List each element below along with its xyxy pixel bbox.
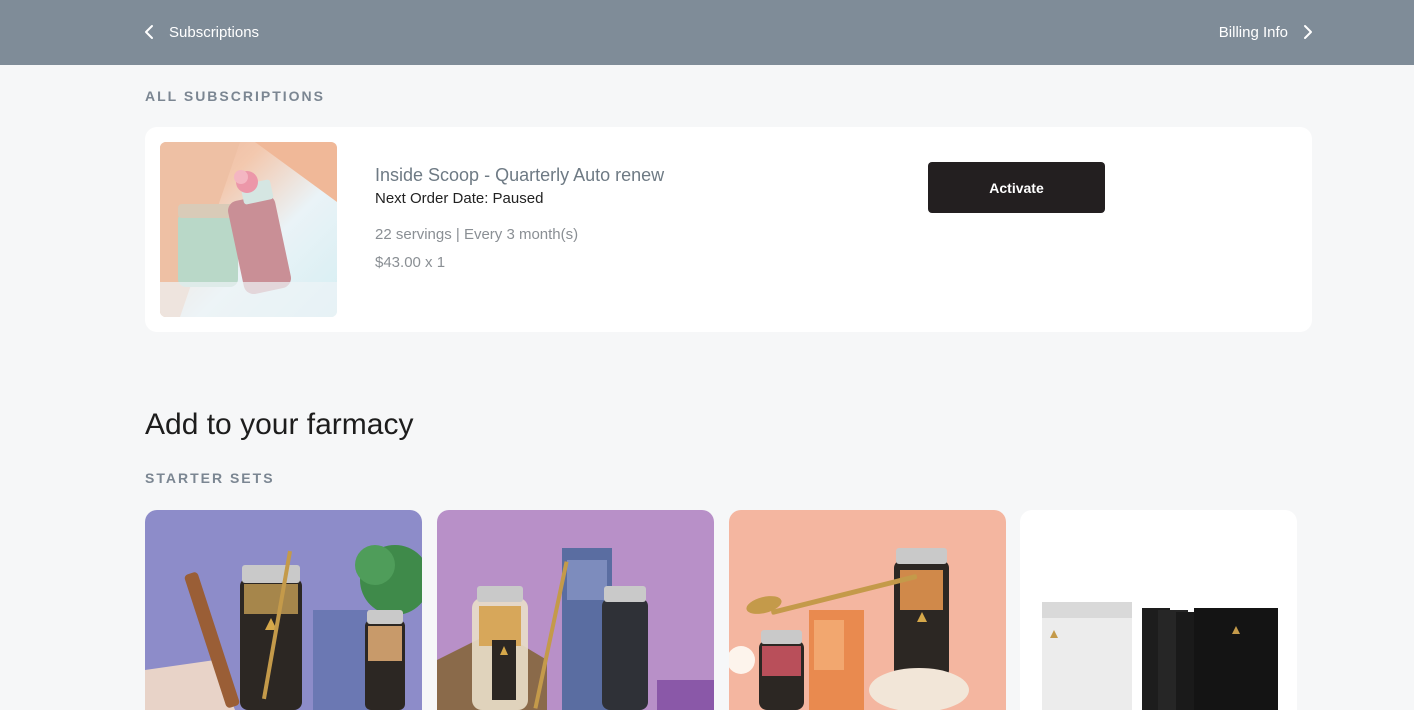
subscription-card: Inside Scoop - Quarterly Auto renew Next…	[145, 127, 1312, 332]
chevron-left-icon	[143, 24, 155, 40]
chevron-right-icon	[1302, 24, 1314, 40]
starter-sets-grid	[145, 510, 1297, 710]
farmacy-heading: Add to your farmacy	[145, 408, 414, 441]
billing-info-link[interactable]: Billing Info	[1219, 18, 1314, 46]
product-card[interactable]	[1020, 510, 1297, 710]
subscription-info: Inside Scoop - Quarterly Auto renew Next…	[375, 165, 664, 271]
product-card[interactable]	[729, 510, 1006, 710]
starter-sets-label: STARTER SETS	[145, 470, 275, 486]
all-subscriptions-label: ALL SUBSCRIPTIONS	[145, 88, 325, 104]
product-card[interactable]	[437, 510, 714, 710]
top-nav-bar: Subscriptions Billing Info	[0, 0, 1414, 65]
next-order-date: Next Order Date: Paused	[375, 190, 544, 207]
back-link-label: Subscriptions	[169, 23, 260, 41]
subscription-product-image	[160, 142, 337, 317]
activate-button[interactable]: Activate	[928, 162, 1105, 213]
subscription-title: Inside Scoop - Quarterly Auto renew	[375, 165, 665, 185]
subscription-frequency: 22 servings | Every 3 month(s)	[375, 226, 579, 243]
next-link-label: Billing Info	[1218, 23, 1288, 41]
back-to-subscriptions-link[interactable]: Subscriptions	[143, 18, 259, 46]
subscription-price: $43.00 x 1	[375, 254, 446, 271]
product-card[interactable]	[145, 510, 422, 710]
